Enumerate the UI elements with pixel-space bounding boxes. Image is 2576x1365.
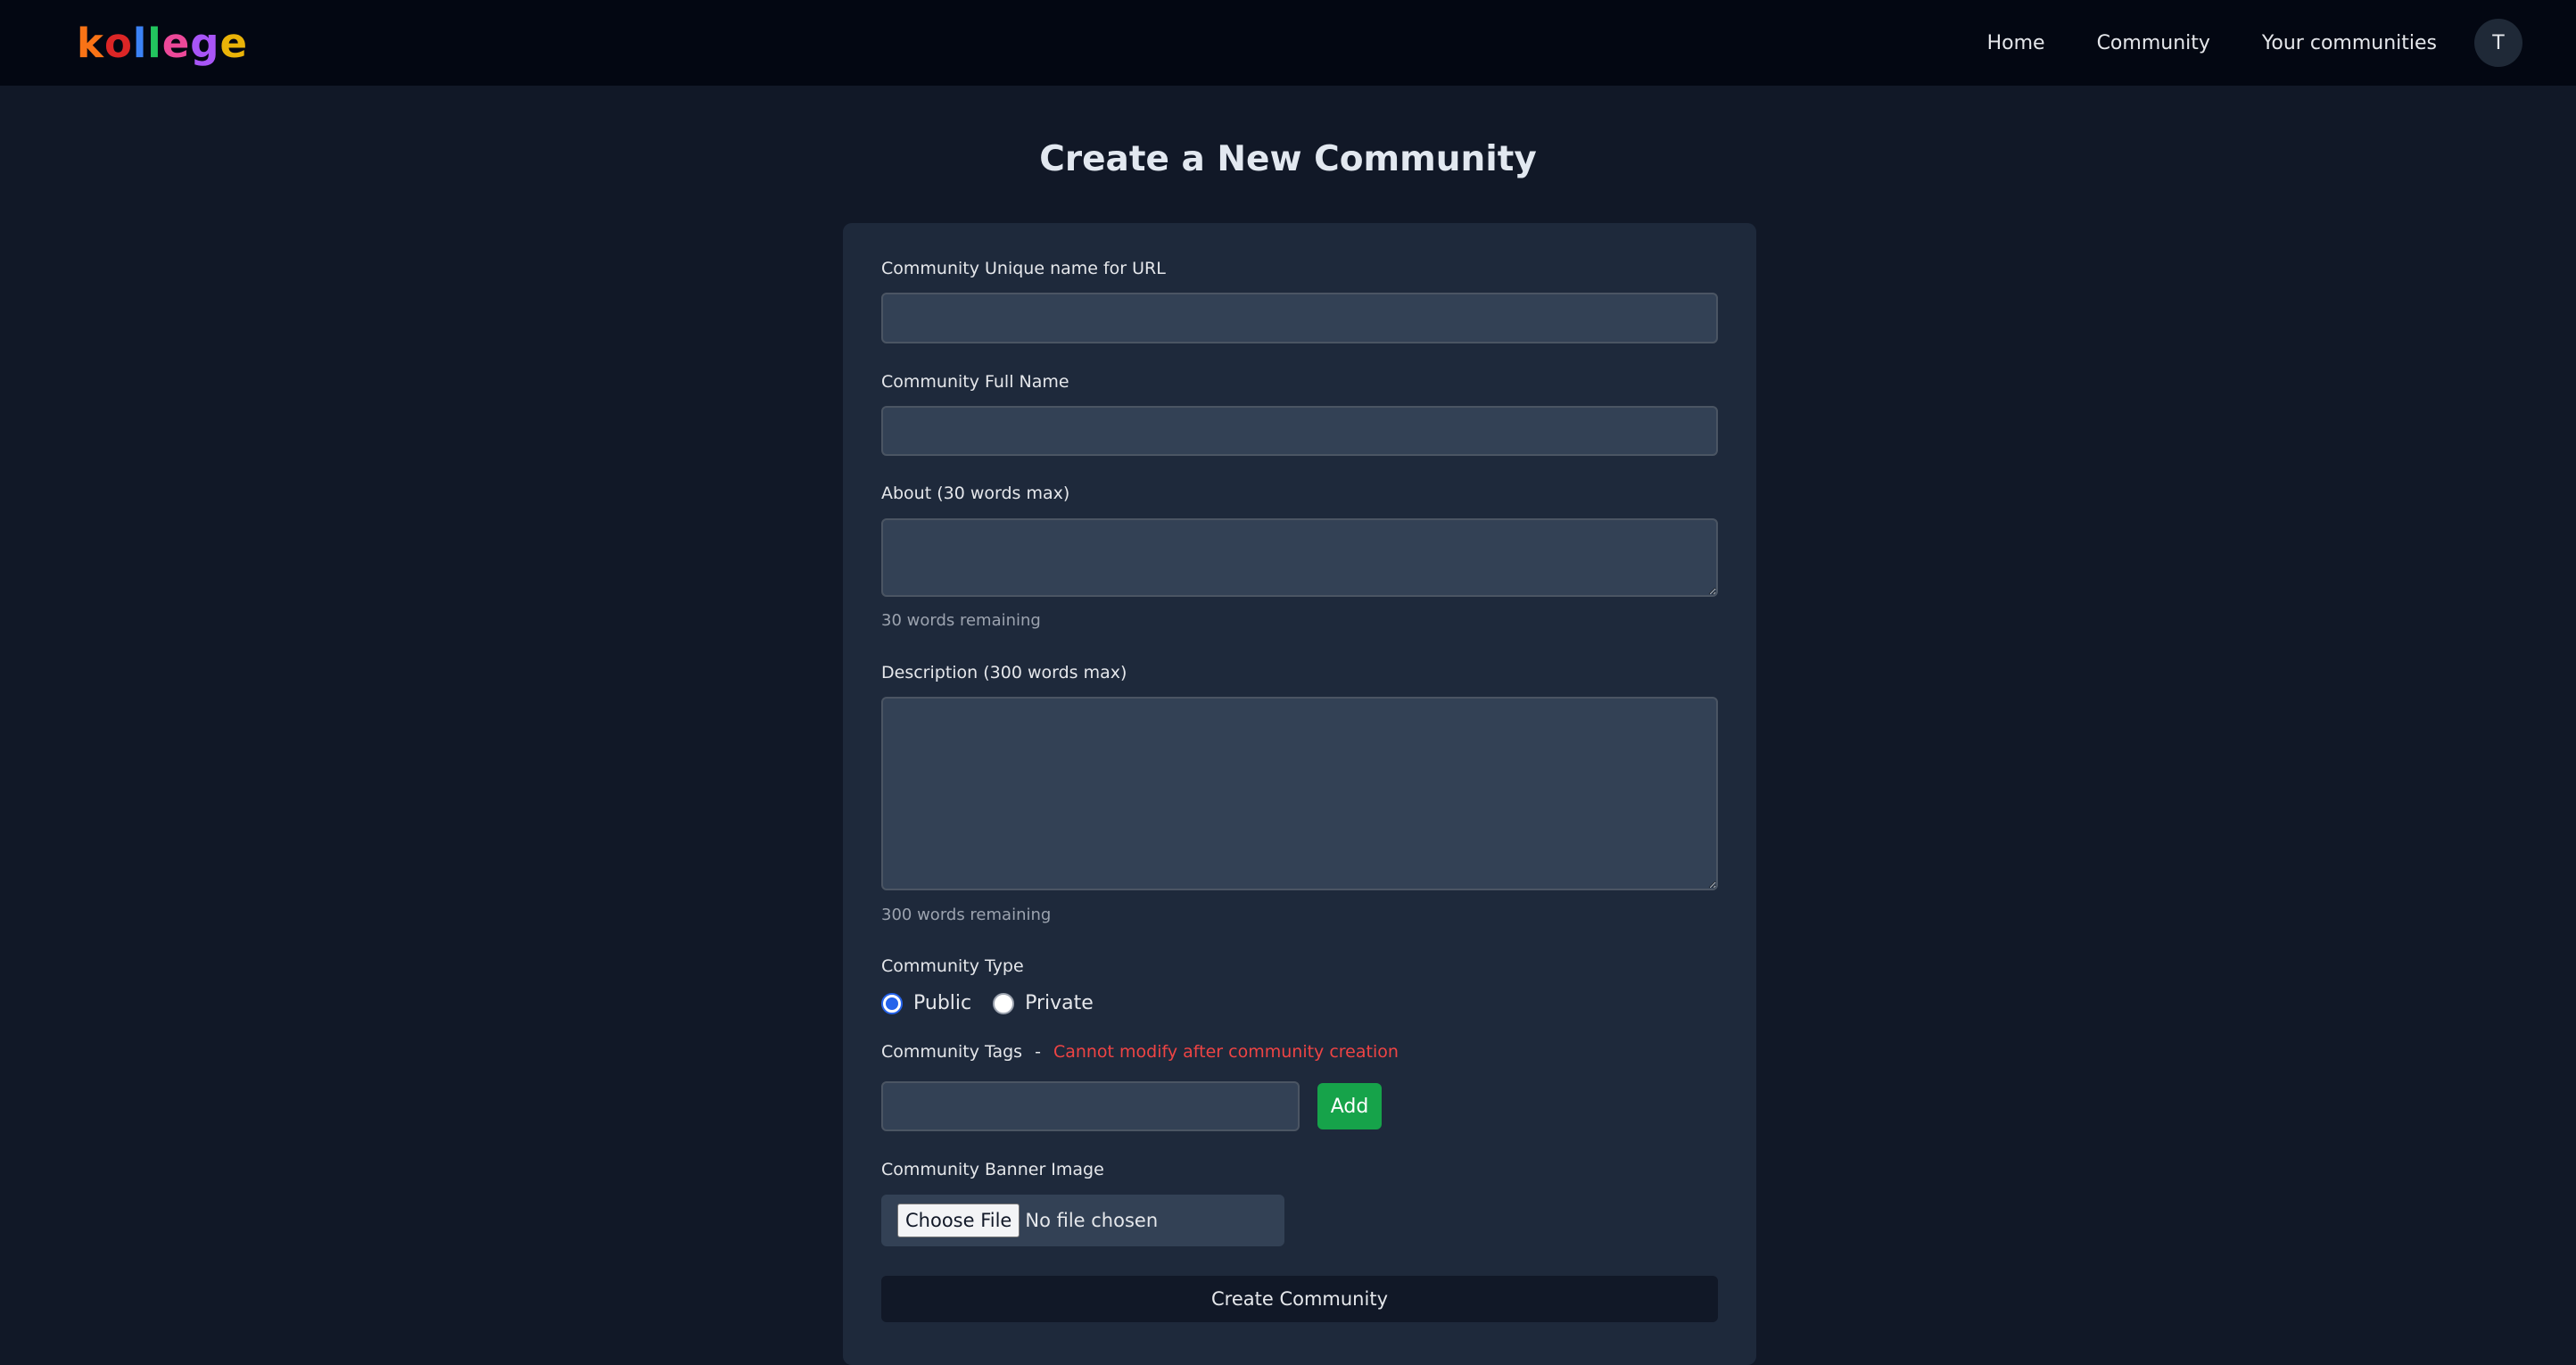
radio-private[interactable] <box>993 992 1015 1014</box>
tags-warning: Cannot modify after community creation <box>1053 1042 1399 1062</box>
banner-image-label: Community Banner Image <box>881 1160 1104 1179</box>
logo-letter: e <box>219 19 249 67</box>
nav-links: Home Community Your communities T <box>1936 19 2522 67</box>
logo-letter: l <box>147 19 162 67</box>
radio-private-label[interactable]: Private <box>1025 992 1094 1014</box>
banner-file-input[interactable]: Choose File No file chosen <box>881 1195 1284 1246</box>
navbar: k o l l e g e Home Community Your commun… <box>0 0 2576 86</box>
community-tags-header: Community Tags - Cannot modify after com… <box>881 1042 1399 1062</box>
add-tag-button[interactable]: Add <box>1317 1083 1382 1129</box>
description-label: Description (300 words max) <box>881 663 1127 682</box>
radio-public[interactable] <box>881 992 903 1014</box>
radio-public-label[interactable]: Public <box>913 992 971 1014</box>
logo-letter: o <box>103 19 133 67</box>
nav-link-your-communities[interactable]: Your communities <box>2262 32 2437 54</box>
unique-name-label: Community Unique name for URL <box>881 259 1166 278</box>
about-textarea[interactable] <box>881 518 1718 597</box>
community-tags-label: Community Tags <box>881 1042 1023 1062</box>
community-tags-input[interactable] <box>881 1081 1300 1131</box>
avatar-initial: T <box>2492 31 2505 54</box>
logo-letter: l <box>132 19 148 67</box>
about-words-remaining: 30 words remaining <box>881 611 1041 630</box>
kollege-logo[interactable]: k o l l e g e <box>77 23 248 63</box>
description-words-remaining: 300 words remaining <box>881 906 1052 924</box>
page-title: Create a New Community <box>1039 139 1537 179</box>
no-file-chosen-text: No file chosen <box>1025 1210 1159 1231</box>
description-textarea[interactable] <box>881 697 1718 890</box>
choose-file-button[interactable]: Choose File <box>897 1204 1020 1237</box>
community-type-label: Community Type <box>881 956 1024 976</box>
user-avatar[interactable]: T <box>2474 19 2522 67</box>
logo-letter: e <box>161 19 191 67</box>
logo-letter: g <box>190 19 220 67</box>
community-type-radio-group: Public Private <box>881 992 1115 1014</box>
nav-link-home[interactable]: Home <box>1987 32 2045 54</box>
about-label: About (30 words max) <box>881 484 1070 503</box>
tags-separator: - <box>1035 1042 1041 1062</box>
unique-name-input[interactable] <box>881 293 1718 343</box>
full-name-label: Community Full Name <box>881 372 1069 392</box>
full-name-input[interactable] <box>881 406 1718 456</box>
create-community-button[interactable]: Create Community <box>881 1276 1718 1322</box>
logo-letter: k <box>77 19 104 67</box>
nav-link-community[interactable]: Community <box>2097 32 2210 54</box>
create-community-form: Community Unique name for URL Community … <box>843 223 1756 1365</box>
